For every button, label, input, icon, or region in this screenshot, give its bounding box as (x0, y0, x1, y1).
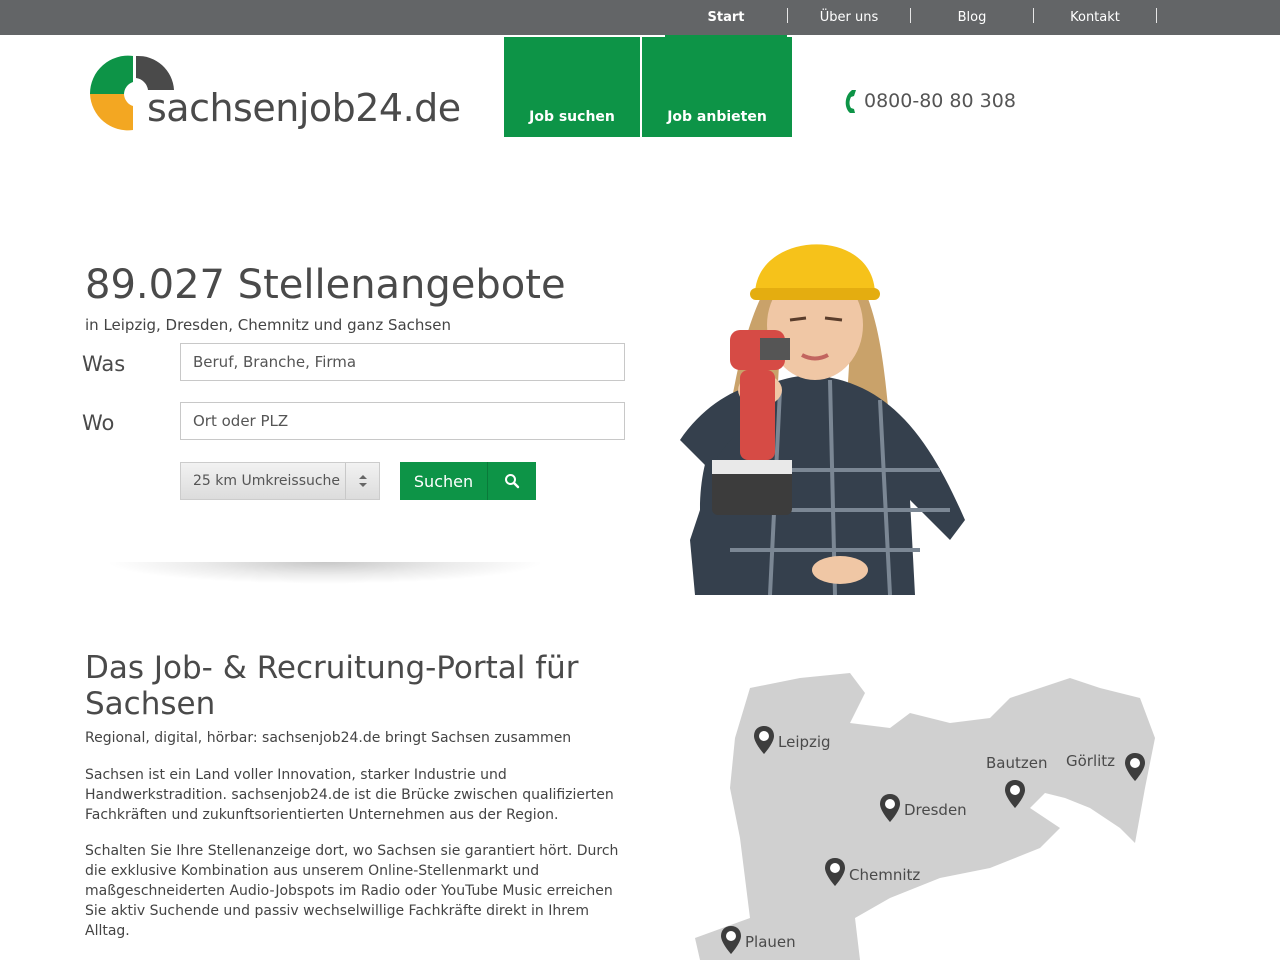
topnav-about[interactable]: Über uns (788, 0, 910, 35)
map-pin-icon[interactable] (721, 926, 741, 954)
city-dresden[interactable]: Dresden (904, 801, 967, 819)
topnav-contact[interactable]: Kontakt (1034, 0, 1156, 35)
city-plauen[interactable]: Plauen (745, 933, 796, 951)
construction-worker-image (680, 244, 965, 595)
phone-contact[interactable]: 0800-80 80 308 (840, 88, 1016, 114)
map-pin-icon[interactable] (754, 726, 774, 754)
topnav-start[interactable]: Start (665, 0, 787, 38)
city-chemnitz[interactable]: Chemnitz (849, 866, 920, 884)
city-goerlitz[interactable]: Görlitz (1066, 752, 1115, 770)
decorative-shadow (105, 562, 545, 584)
search-icon-button[interactable] (487, 462, 536, 500)
radius-value: 25 km Umkreissuche (193, 473, 341, 489)
intro-paragraph-2: Schalten Sie Ihre Stellenanzeige dort, w… (85, 843, 619, 939)
map-pin-icon[interactable] (1005, 780, 1025, 808)
topnav-divider (1156, 8, 1157, 23)
job-count-heading: 89.027 Stellenangebote (85, 262, 566, 308)
city-bautzen[interactable]: Bautzen (986, 754, 1047, 772)
radius-select[interactable]: 25 km Umkreissuche (180, 462, 380, 500)
phone-icon (845, 90, 856, 113)
what-input[interactable] (180, 343, 625, 381)
hero-subtitle: in Leipzig, Dresden, Chemnitz und ganz S… (85, 316, 451, 334)
was-label: Was (82, 352, 126, 376)
intro-title: Das Job- & Recruitung-Portal für Sachsen (85, 650, 579, 722)
search-button[interactable]: Suchen (400, 462, 487, 500)
job-search-tile[interactable]: Job suchen (504, 37, 640, 137)
city-leipzig[interactable]: Leipzig (778, 733, 831, 751)
top-bar: Start Über uns Blog Kontakt (0, 0, 1280, 38)
map-pin-icon[interactable] (880, 794, 900, 822)
logo-wordmark[interactable]: sachsenjob24.de (147, 86, 461, 130)
job-offer-tile[interactable]: Job anbieten (642, 37, 792, 137)
topnav-blog[interactable]: Blog (911, 0, 1033, 35)
select-arrows-icon (345, 463, 379, 499)
top-navigation: Start Über uns Blog Kontakt (665, 0, 1157, 38)
intro-paragraph-1: Sachsen ist ein Land voller Innovation, … (85, 767, 614, 823)
map-pin-icon[interactable] (825, 858, 845, 886)
where-input[interactable] (180, 402, 625, 440)
wo-label: Wo (82, 411, 115, 435)
search-icon (505, 474, 520, 489)
intro-subtitle: Regional, digital, hörbar: sachsenjob24.… (85, 730, 572, 746)
map-pin-icon[interactable] (1125, 753, 1145, 781)
phone-number: 0800-80 80 308 (864, 90, 1016, 112)
